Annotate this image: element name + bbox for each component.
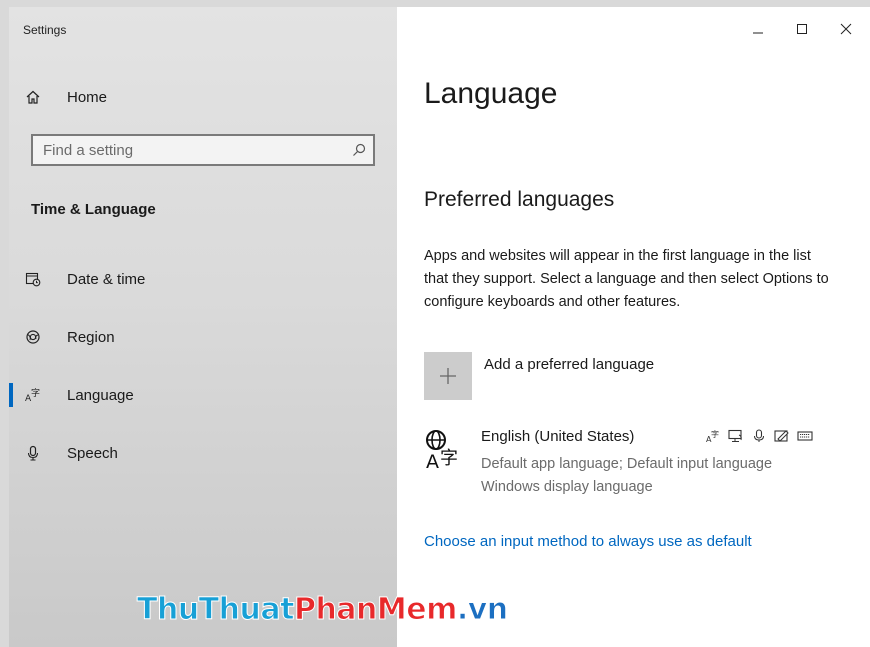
page-title: Language [424, 77, 558, 110]
display-language-icon: A字 [704, 428, 722, 444]
language-list-item[interactable]: A 字 English (United States) A字 Default a… [424, 422, 844, 497]
svg-text:字: 字 [31, 387, 40, 399]
svg-text:字: 字 [440, 448, 458, 469]
home-label: Home [67, 88, 108, 106]
svg-text:字: 字 [711, 429, 719, 439]
language-detail-line: Default app language; Default input lang… [481, 456, 773, 472]
sidebar-item-label: Date & time [67, 270, 146, 288]
handwriting-icon [773, 428, 791, 444]
sidebar-item-label: Speech [67, 444, 118, 462]
search-box[interactable] [31, 134, 375, 166]
active-indicator [9, 383, 13, 407]
home-nav-item[interactable]: Home [23, 83, 383, 111]
sidebar-item-label: Region [67, 328, 115, 346]
add-language-button[interactable] [424, 352, 472, 400]
language-details: Default app language; Default input lang… [481, 453, 841, 499]
language-feature-icons: A字 [704, 428, 814, 444]
maximize-button[interactable] [782, 17, 822, 41]
calendar-clock-icon [23, 269, 43, 289]
language-icon: A字 [23, 385, 43, 405]
minimize-button[interactable] [738, 17, 778, 41]
globe-region-icon [23, 327, 43, 347]
text-to-speech-icon [727, 428, 745, 444]
app-title: Settings [23, 23, 67, 37]
settings-window: Settings Home Time & Language Date & tim… [9, 7, 870, 647]
language-glyph-icon: A 字 [424, 428, 464, 473]
watermark-logo: ThuThuatPhanMem.vn [137, 592, 509, 628]
svg-text:A: A [426, 451, 439, 472]
language-detail-line: Windows display language [481, 479, 653, 495]
sidebar-item-language[interactable]: A字 Language [9, 375, 397, 415]
plus-icon [440, 368, 456, 384]
close-button[interactable] [826, 17, 866, 41]
keyboard-icon [796, 428, 814, 444]
section-description: Apps and websites will appear in the fir… [424, 248, 829, 310]
content-pane: Language Preferred languages Apps and we… [397, 7, 870, 647]
section-title: Time & Language [31, 201, 156, 218]
input-method-link[interactable]: Choose an input method to always use as … [424, 533, 752, 550]
search-input[interactable] [33, 140, 345, 160]
language-name: English (United States) [481, 428, 635, 445]
search-icon[interactable] [345, 143, 373, 157]
speech-recognition-icon [750, 428, 768, 444]
sidebar: Settings Home Time & Language Date & tim… [9, 7, 397, 647]
sidebar-item-date-time[interactable]: Date & time [9, 259, 397, 299]
microphone-icon [23, 443, 43, 463]
home-icon [23, 87, 43, 107]
section-heading: Preferred languages [424, 188, 615, 211]
sidebar-item-label: Language [67, 386, 134, 404]
sidebar-item-region[interactable]: Region [9, 317, 397, 357]
sidebar-item-speech[interactable]: Speech [9, 433, 397, 473]
add-language-label[interactable]: Add a preferred language [484, 356, 654, 373]
